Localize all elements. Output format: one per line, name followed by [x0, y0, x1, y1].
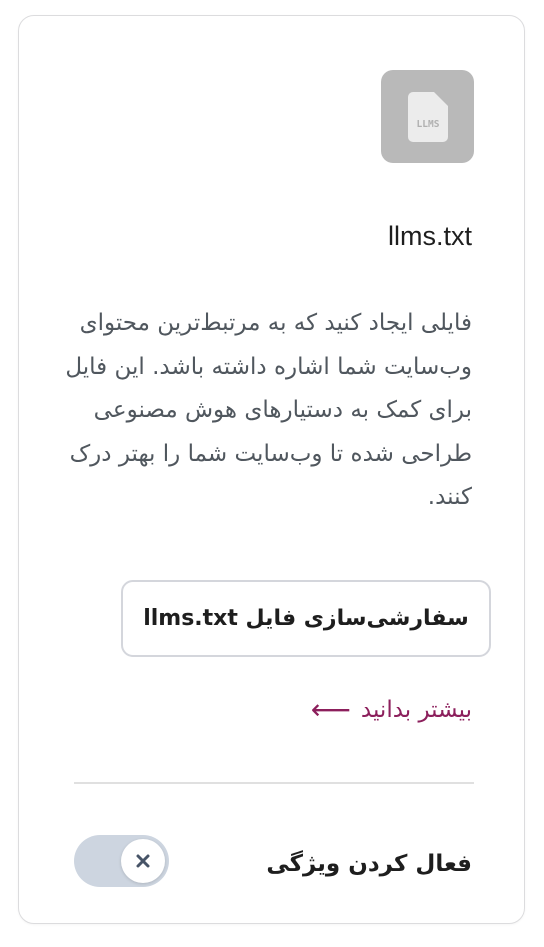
- card-title: llms.txt: [388, 221, 472, 251]
- enable-feature-toggle[interactable]: [74, 835, 169, 887]
- customize-llms-button-label: سفارشی‌سازی فایل llms.txt: [143, 606, 469, 631]
- learn-more-label: بیشتر بدانید: [360, 697, 472, 723]
- feature-card: LLMS llms.txt فایلی ایجاد کنید که به مرت…: [18, 15, 525, 924]
- llms-file-icon: LLMS: [381, 70, 474, 163]
- enable-feature-label: فعال کردن ویژگی: [266, 851, 472, 877]
- card-description: فایلی ایجاد کنید که به مرتبط‌ترین محتوای…: [65, 310, 472, 510]
- arrow-left-icon: ⟵: [310, 693, 351, 726]
- file-icon-text: LLMS: [416, 119, 439, 130]
- toggle-knob: [121, 839, 165, 883]
- file-icon-graphic: LLMS: [407, 91, 448, 142]
- learn-more-link[interactable]: بیشتر بدانید ⟵: [311, 688, 472, 732]
- close-icon: [136, 854, 150, 868]
- divider: [74, 782, 474, 784]
- customize-llms-button[interactable]: سفارشی‌سازی فایل llms.txt: [121, 580, 491, 657]
